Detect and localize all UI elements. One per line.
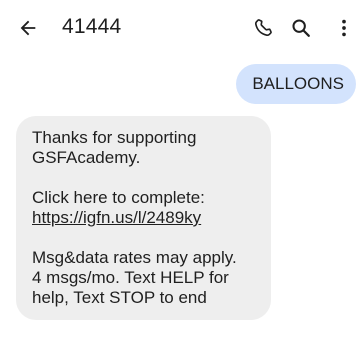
more-vert-icon <box>333 17 355 39</box>
call-button[interactable] <box>249 14 277 42</box>
more-options-button[interactable] <box>330 14 358 42</box>
message-line: Msg&data rates may apply. <box>32 248 237 267</box>
outgoing-message-bubble[interactable]: BALLOONS <box>236 64 356 104</box>
top-app-bar: 41444 <box>0 0 360 56</box>
phone-icon <box>252 17 274 39</box>
back-button[interactable] <box>14 14 42 42</box>
message-line: Click here to complete: <box>32 188 205 207</box>
message-line: Thanks for supporting <box>32 128 197 147</box>
message-link[interactable]: https://igfn.us/l/2489ky <box>32 208 201 227</box>
message-paragraph-thanks: Thanks for supporting GSFAcademy. <box>32 128 263 168</box>
message-paragraph-link: Click here to complete: https://igfn.us/… <box>32 188 263 228</box>
message-line: help, Text STOP to end <box>32 288 207 307</box>
search-button[interactable] <box>287 14 315 42</box>
arrow-back-icon <box>17 17 39 39</box>
outgoing-message-text: BALLOONS <box>252 74 344 93</box>
message-line: 4 msgs/mo. Text HELP for <box>32 268 229 287</box>
incoming-message-bubble[interactable]: Thanks for supporting GSFAcademy. Click … <box>16 116 271 320</box>
conversation-title: 41444 <box>62 15 122 38</box>
search-icon <box>290 17 312 39</box>
message-paragraph-rates: Msg&data rates may apply. 4 msgs/mo. Tex… <box>32 248 263 308</box>
message-line: GSFAcademy. <box>32 148 141 167</box>
